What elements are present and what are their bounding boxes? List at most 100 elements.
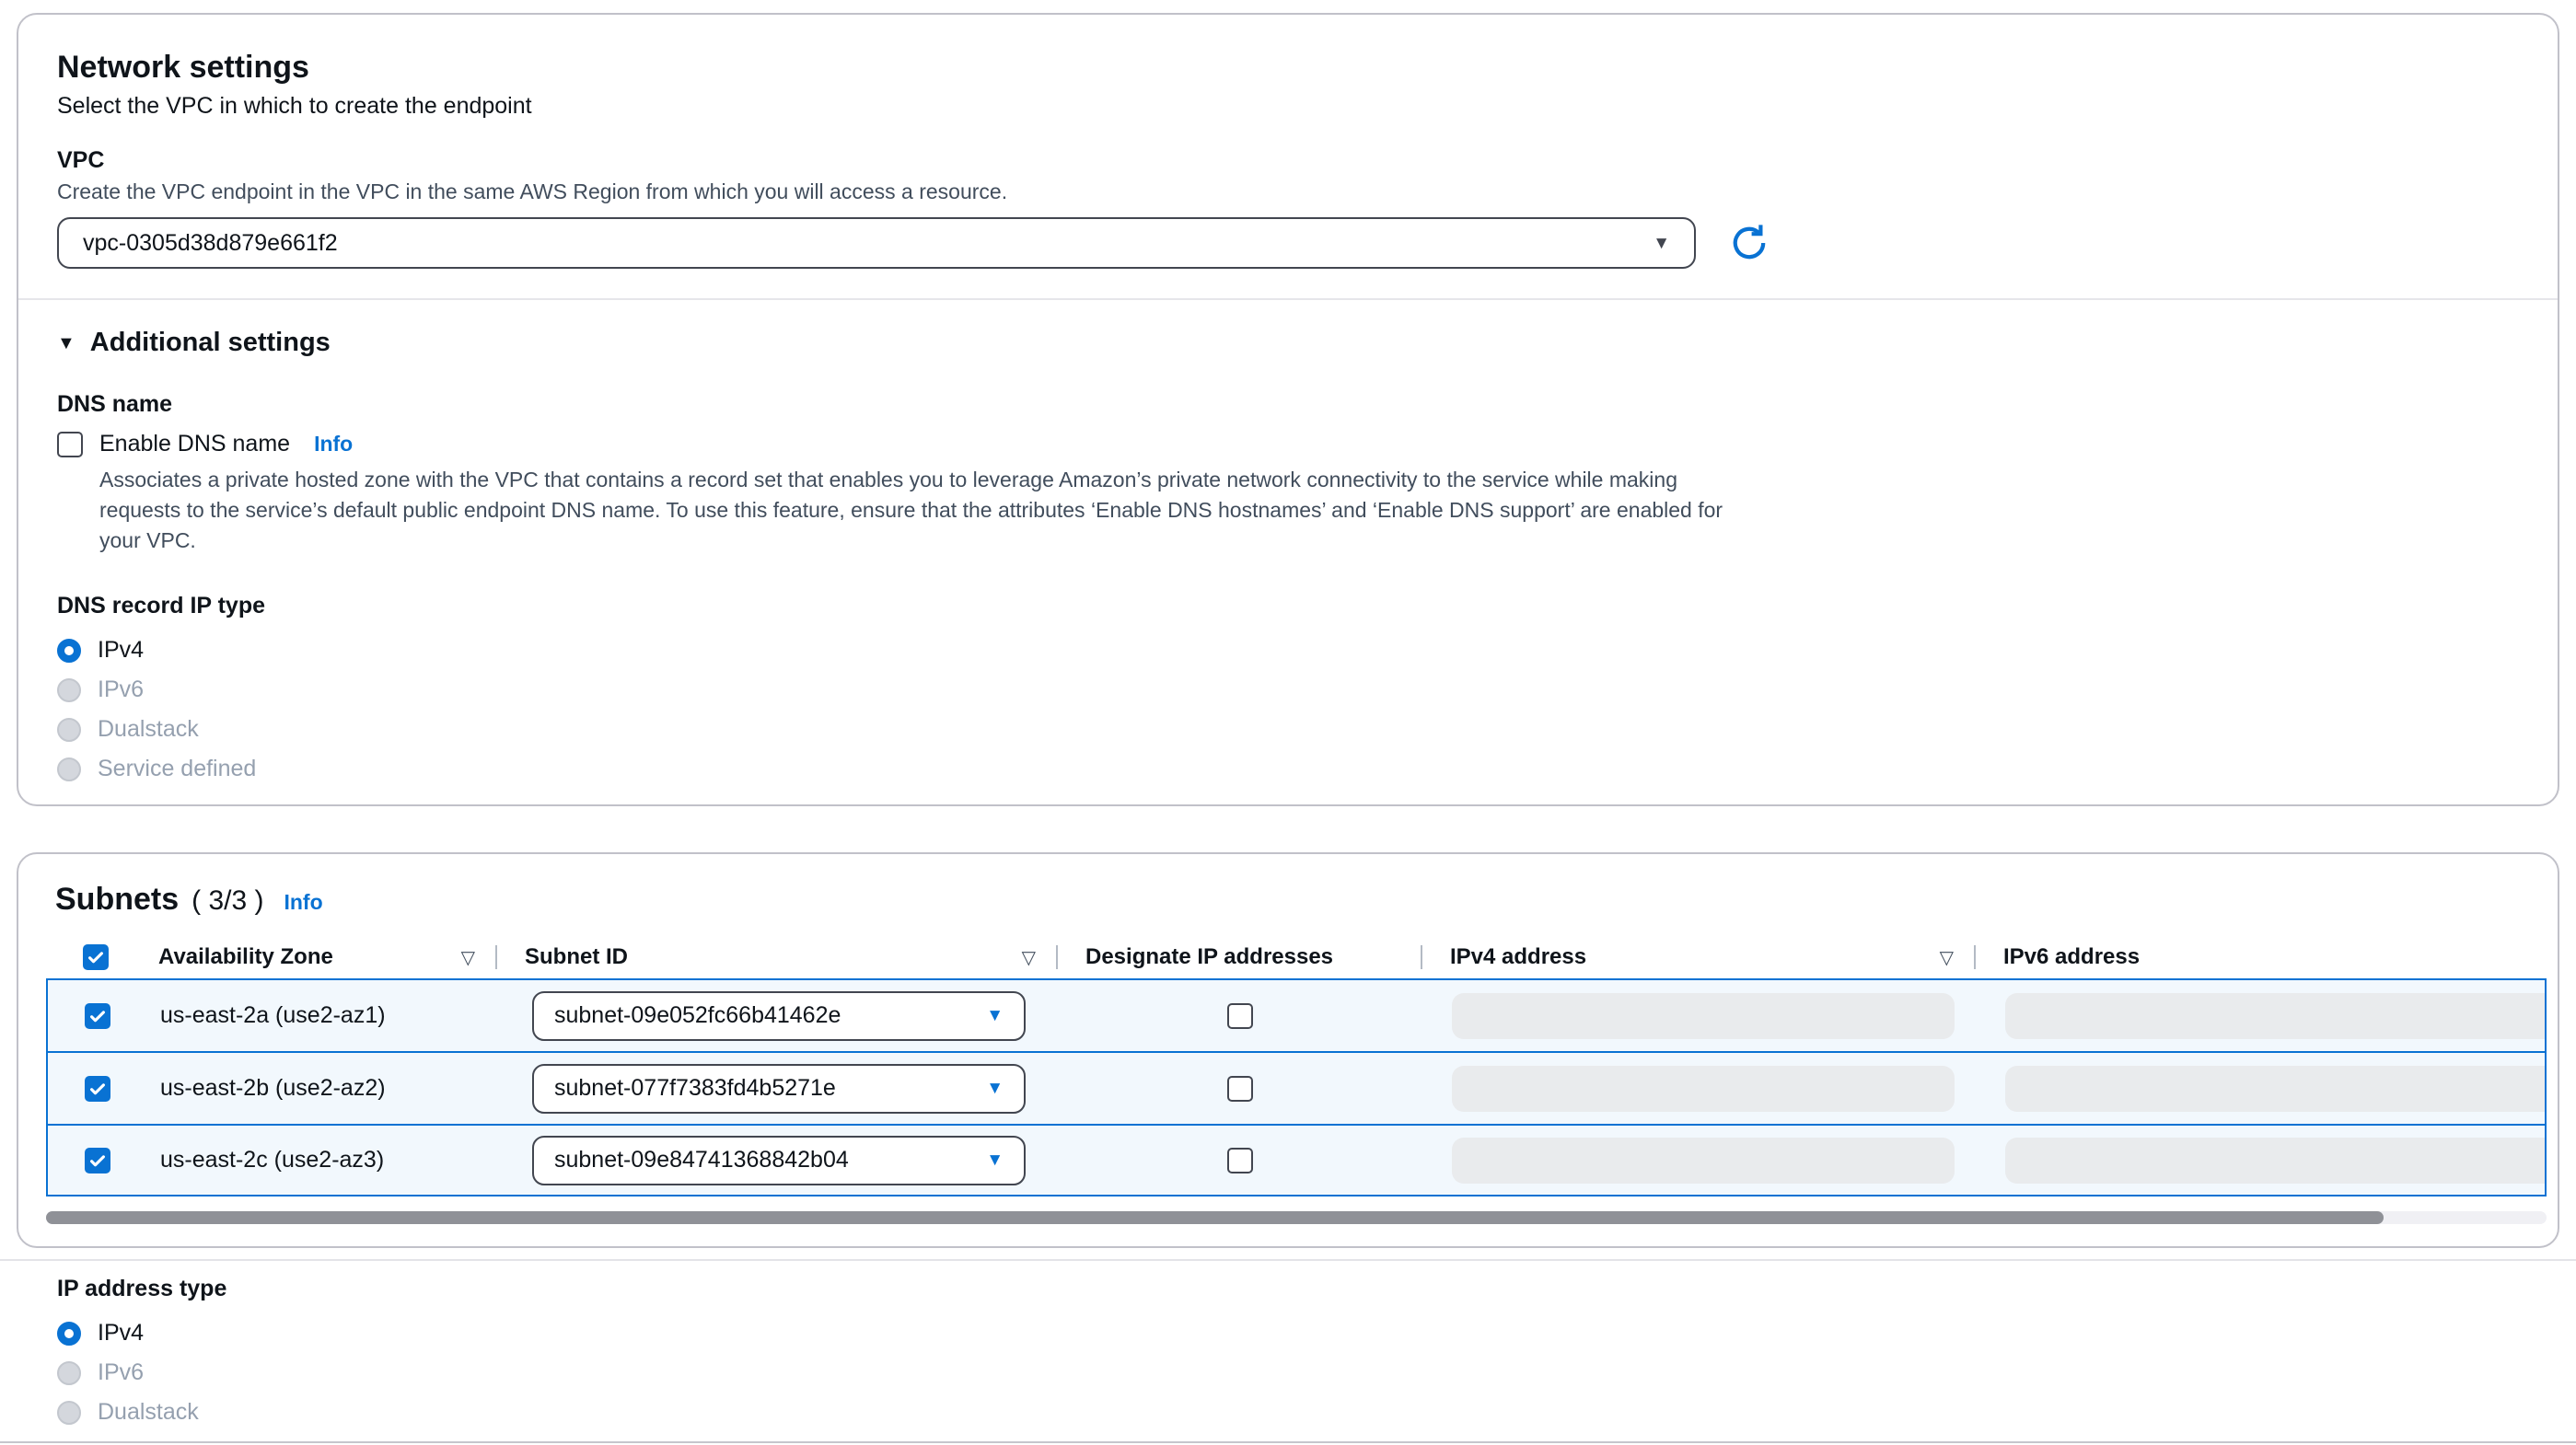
radio-disabled-icon [57, 718, 81, 742]
radio-option-dualstack: Dualstack [57, 710, 2519, 749]
subnets-title: Subnets [55, 882, 179, 918]
table-row: us-east-2c (use2-az3) subnet-09e84741368… [46, 1124, 2547, 1196]
column-label: IPv6 address [2003, 944, 2140, 970]
enable-dns-name-checkbox-label: Enable DNS name [99, 431, 290, 457]
radio-option-service-defined: Service defined [57, 749, 2519, 789]
ip-address-type-section: IP address type IPv4 IPv6 Dualstack [0, 1259, 2576, 1432]
radio-option-label: Dualstack [98, 1399, 199, 1426]
radio-option-ipv4[interactable]: IPv4 [57, 1313, 2576, 1353]
additional-settings-expander[interactable]: ▼ Additional settings [57, 328, 2519, 358]
vpc-select[interactable]: vpc-0305d38d879e661f2 ▼ [57, 217, 1696, 269]
subnets-info-link[interactable]: Info [284, 890, 322, 915]
radio-disabled-icon [57, 1401, 81, 1425]
radio-option-ipv6: IPv6 [57, 1353, 2576, 1393]
chevron-down-icon: ▼ [986, 1151, 1004, 1169]
page-bottom-divider [0, 1441, 2576, 1443]
subnet-id-select-value: subnet-077f7383fd4b5271e [554, 1075, 836, 1102]
ipv6-address-field [2005, 1066, 2547, 1112]
ip-address-type-radio-group: IPv4 IPv6 Dualstack [57, 1313, 2576, 1432]
row-select-checkbox[interactable] [85, 1076, 110, 1102]
table-row: us-east-2b (use2-az2) subnet-077f7383fd4… [46, 1051, 2547, 1124]
radio-option-label: Service defined [98, 756, 256, 782]
radio-selected-icon [57, 639, 81, 663]
vpc-description: Create the VPC endpoint in the VPC in th… [57, 179, 2519, 204]
radio-option-label: Dualstack [98, 716, 199, 743]
subnet-id-select-value: subnet-09e84741368842b04 [554, 1147, 849, 1173]
table-row: us-east-2a (use2-az1) subnet-09e052fc66b… [46, 978, 2547, 1051]
column-header-availability-zone[interactable]: Availability Zone ▽ [142, 936, 495, 978]
dns-record-ip-type-radio-group: IPv4 IPv6 Dualstack Service defined [57, 630, 2519, 789]
subnets-count: ( 3/3 ) [191, 885, 263, 917]
section-divider [18, 298, 2558, 300]
radio-disabled-icon [57, 1361, 81, 1385]
radio-selected-icon [57, 1322, 81, 1346]
chevron-down-icon: ▼ [1653, 235, 1670, 252]
dns-name-label: DNS name [57, 391, 2519, 418]
designate-ip-checkbox[interactable] [1227, 1076, 1253, 1102]
designate-ip-checkbox[interactable] [1227, 1003, 1253, 1029]
scrollbar-thumb[interactable] [46, 1211, 2384, 1224]
subnet-id-select[interactable]: subnet-09e84741368842b04 ▼ [532, 1136, 1026, 1185]
select-all-checkbox[interactable] [83, 944, 109, 970]
radio-disabled-icon [57, 678, 81, 702]
network-settings-title: Network settings [57, 50, 2519, 86]
ip-address-type-label: IP address type [57, 1276, 2576, 1302]
ipv4-address-field [1452, 1138, 1955, 1184]
column-header-designate-ip: Designate IP addresses [1056, 936, 1421, 978]
refresh-icon [1727, 221, 1771, 265]
radio-disabled-icon [57, 757, 81, 781]
radio-option-ipv6: IPv6 [57, 670, 2519, 710]
radio-option-label: IPv4 [98, 637, 144, 664]
check-icon [87, 1150, 108, 1171]
enable-dns-name-checkbox[interactable] [57, 432, 83, 457]
subnets-card: Subnets ( 3/3 ) Info Availability Zone ▽… [17, 852, 2559, 1248]
subnets-table: Availability Zone ▽ Subnet ID ▽ Designat… [46, 936, 2547, 1196]
column-label: Designate IP addresses [1085, 944, 1333, 970]
column-header-ipv6-address: IPv6 address [1974, 936, 2547, 978]
horizontal-scrollbar[interactable] [46, 1211, 2547, 1224]
sort-icon[interactable]: ▽ [1940, 946, 1954, 969]
column-label: IPv4 address [1450, 944, 1586, 970]
ipv4-address-field [1452, 1066, 1955, 1112]
dns-record-ip-type-label: DNS record IP type [57, 593, 2519, 619]
sort-icon[interactable]: ▽ [461, 946, 475, 969]
radio-option-label: IPv4 [98, 1320, 144, 1347]
column-label: Availability Zone [158, 944, 333, 970]
vpc-label: VPC [57, 147, 2519, 174]
chevron-down-icon: ▼ [986, 1080, 1004, 1097]
subnet-id-select[interactable]: subnet-09e052fc66b41462e ▼ [532, 991, 1026, 1041]
additional-settings-label: Additional settings [90, 328, 331, 358]
caret-down-icon: ▼ [57, 334, 75, 353]
subnets-table-header: Availability Zone ▽ Subnet ID ▽ Designat… [46, 936, 2547, 978]
vpc-select-row: vpc-0305d38d879e661f2 ▼ [57, 217, 2519, 269]
network-settings-subtitle: Select the VPC in which to create the en… [57, 93, 2519, 120]
radio-option-label: IPv6 [98, 1359, 144, 1386]
vpc-select-value: vpc-0305d38d879e661f2 [83, 230, 338, 257]
ipv6-address-field [2005, 1138, 2547, 1184]
designate-ip-checkbox[interactable] [1227, 1148, 1253, 1173]
row-select-checkbox[interactable] [85, 1003, 110, 1029]
row-select-checkbox[interactable] [85, 1148, 110, 1173]
radio-option-ipv4[interactable]: IPv4 [57, 630, 2519, 670]
ipv6-address-field [2005, 993, 2547, 1039]
chevron-down-icon: ▼ [986, 1007, 1004, 1024]
subnets-header: Subnets ( 3/3 ) Info [18, 882, 2558, 918]
check-icon [87, 1079, 108, 1099]
check-icon [86, 947, 106, 967]
column-label: Subnet ID [525, 944, 628, 970]
availability-zone-cell: us-east-2c (use2-az3) [144, 1126, 497, 1195]
sort-icon[interactable]: ▽ [1022, 946, 1036, 969]
check-icon [87, 1006, 108, 1026]
subnet-id-select-value: subnet-09e052fc66b41462e [554, 1002, 841, 1029]
enable-dns-name-row: Enable DNS name Info [57, 431, 2519, 457]
dns-name-info-link[interactable]: Info [314, 432, 353, 457]
column-header-ipv4-address[interactable]: IPv4 address ▽ [1421, 936, 1974, 978]
availability-zone-cell: us-east-2a (use2-az1) [144, 980, 497, 1051]
ipv4-address-field [1452, 993, 1955, 1039]
dns-name-description: Associates a private hosted zone with th… [57, 465, 1760, 556]
column-header-subnet-id[interactable]: Subnet ID ▽ [495, 936, 1056, 978]
network-settings-card: Network settings Select the VPC in which… [17, 13, 2559, 806]
refresh-button[interactable] [1727, 221, 1771, 265]
availability-zone-cell: us-east-2b (use2-az2) [144, 1053, 497, 1124]
subnet-id-select[interactable]: subnet-077f7383fd4b5271e ▼ [532, 1064, 1026, 1114]
